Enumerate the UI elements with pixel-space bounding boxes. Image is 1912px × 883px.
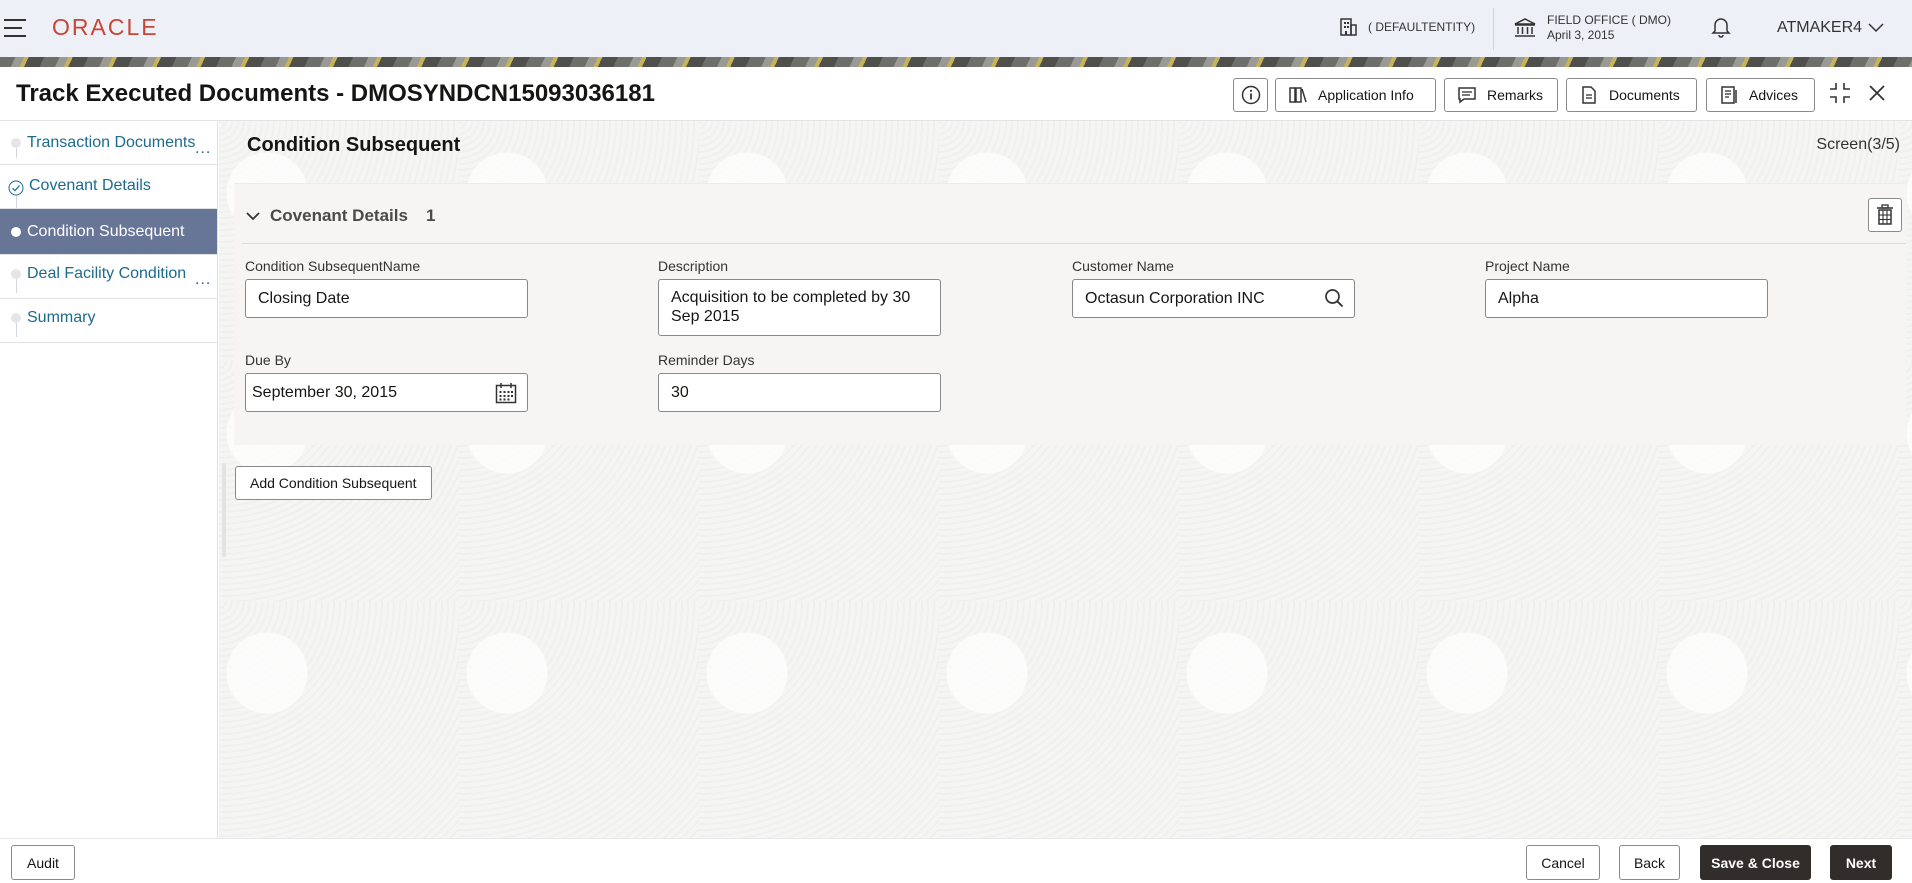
calendar-icon[interactable] xyxy=(495,382,517,404)
advices-button[interactable]: Advices xyxy=(1706,78,1815,112)
nav-item-label: Summary xyxy=(27,309,96,326)
due-by-date-input[interactable]: September 30, 2015 xyxy=(245,373,528,412)
application-info-label: Application Info xyxy=(1318,87,1414,103)
page-title: Track Executed Documents - DMOSYNDCN1509… xyxy=(16,80,655,107)
delete-button[interactable] xyxy=(1868,198,1902,232)
maximize-icon[interactable] xyxy=(1829,82,1851,104)
card-count: 1 xyxy=(425,206,436,225)
title-bar: Track Executed Documents - DMOSYNDCN1509… xyxy=(0,67,1912,121)
footer-bar: Audit Cancel Back Save & Close Next xyxy=(0,838,1912,883)
scroll-handle[interactable] xyxy=(222,463,226,557)
description-label: Description xyxy=(658,258,729,274)
advices-label: Advices xyxy=(1749,87,1799,103)
condition-name-input[interactable]: Closing Date xyxy=(245,279,528,318)
add-condition-subsequent-button[interactable]: Add Condition Subsequent xyxy=(235,466,432,500)
project-name-label: Project Name xyxy=(1485,258,1570,274)
condition-name-label: Condition SubsequentName xyxy=(245,258,421,274)
user-name: ATMAKER4 xyxy=(1777,19,1863,36)
remarks-label: Remarks xyxy=(1487,87,1544,103)
customer-name-input[interactable]: Octasun Corporation INC xyxy=(1072,279,1355,318)
next-button[interactable]: Next xyxy=(1830,845,1892,880)
trash-grid-icon xyxy=(1877,204,1893,225)
nav-item-summary[interactable]: Summary xyxy=(0,299,217,343)
project-name-input[interactable]: Alpha xyxy=(1485,279,1768,318)
check-circle-icon xyxy=(8,180,24,196)
entity-label: ( DEFAULTENTITY) xyxy=(1368,20,1476,34)
hamburger-menu-icon[interactable] xyxy=(4,17,28,39)
application-info-button[interactable]: Application Info xyxy=(1275,78,1436,112)
info-button[interactable] xyxy=(1233,78,1268,112)
covenant-details-toggle[interactable]: Covenant Details 1 xyxy=(246,206,435,226)
documents-button[interactable]: Documents xyxy=(1566,78,1697,112)
bank-icon xyxy=(1514,18,1536,37)
save-close-button[interactable]: Save & Close xyxy=(1700,845,1811,880)
documents-icon xyxy=(1582,86,1596,104)
nav-item-label: Covenant Details xyxy=(29,177,151,194)
card-title: Covenant Details xyxy=(270,206,408,225)
project-name-value: Alpha xyxy=(1498,290,1539,307)
oracle-logo: ORACLE xyxy=(52,14,159,40)
close-icon[interactable] xyxy=(1868,84,1886,102)
description-value: Acquisition to be completed by 30 Sep 20… xyxy=(671,289,911,325)
back-button[interactable]: Back xyxy=(1619,845,1680,880)
audit-button[interactable]: Audit xyxy=(11,845,75,880)
building-columns-icon xyxy=(1289,87,1307,103)
nav-item-deal-facility-condition[interactable]: Deal Facility Condition ... xyxy=(0,255,217,299)
main-content: Condition Subsequent Screen(3/5) Covenan… xyxy=(219,121,1912,838)
screen-counter: Screen(3/5) xyxy=(1816,136,1900,153)
customer-name-label: Customer Name xyxy=(1072,258,1174,274)
header-divider xyxy=(1493,8,1494,50)
user-menu[interactable]: ATMAKER4 xyxy=(1777,19,1884,37)
nav-item-label: Deal Facility Condition xyxy=(27,265,187,282)
step-dot xyxy=(11,313,21,323)
step-dot xyxy=(11,227,21,237)
nav-item-label: Transaction Documents xyxy=(27,134,196,151)
reminder-days-value: 30 xyxy=(671,384,689,401)
covenant-details-card: Covenant Details 1 Condition SubsequentN… xyxy=(234,183,1906,445)
office-date: April 3, 2015 xyxy=(1547,28,1615,42)
bell-icon[interactable] xyxy=(1710,16,1732,38)
building-icon xyxy=(1340,18,1357,36)
section-title: Condition Subsequent xyxy=(247,134,461,156)
nav-item-label: Condition Subsequent xyxy=(27,223,185,240)
office-name: FIELD OFFICE ( DMO) xyxy=(1547,13,1671,27)
more-dots: ... xyxy=(195,271,212,288)
due-by-value: September 30, 2015 xyxy=(252,384,397,401)
cancel-button[interactable]: Cancel xyxy=(1526,845,1600,880)
entity-selector[interactable]: ( DEFAULTENTITY) xyxy=(1338,17,1475,37)
customer-name-value: Octasun Corporation INC xyxy=(1085,290,1265,307)
comment-icon xyxy=(1458,87,1476,104)
step-dot xyxy=(11,269,21,279)
remarks-button[interactable]: Remarks xyxy=(1444,78,1558,112)
nav-item-condition-subsequent[interactable]: Condition Subsequent xyxy=(0,209,217,255)
search-icon[interactable] xyxy=(1324,288,1344,308)
reminder-days-input[interactable]: 30 xyxy=(658,373,941,412)
nav-item-transaction-documents[interactable]: Transaction Documents ... xyxy=(0,121,217,165)
more-dots: ... xyxy=(195,140,212,157)
advices-icon xyxy=(1721,86,1737,104)
chevron-down-icon xyxy=(1868,23,1884,33)
documents-label: Documents xyxy=(1609,87,1680,103)
decorative-banner xyxy=(0,57,1912,67)
left-navigation: Transaction Documents ... Covenant Detai… xyxy=(0,121,218,838)
description-textarea[interactable]: Acquisition to be completed by 30 Sep 20… xyxy=(658,279,941,336)
top-header: ORACLE ( DEFAULTENTITY) FIELD OFFICE ( D… xyxy=(0,0,1912,57)
reminder-days-label: Reminder Days xyxy=(658,352,755,368)
condition-name-value: Closing Date xyxy=(258,290,350,307)
nav-item-covenant-details[interactable]: Covenant Details xyxy=(0,165,217,209)
step-dot xyxy=(11,138,21,148)
office-selector[interactable]: FIELD OFFICE ( DMO) April 3, 2015 xyxy=(1513,13,1671,43)
due-by-label: Due By xyxy=(245,352,291,368)
info-icon xyxy=(1241,85,1260,105)
chevron-down-icon xyxy=(246,212,260,221)
card-divider xyxy=(242,243,1906,244)
